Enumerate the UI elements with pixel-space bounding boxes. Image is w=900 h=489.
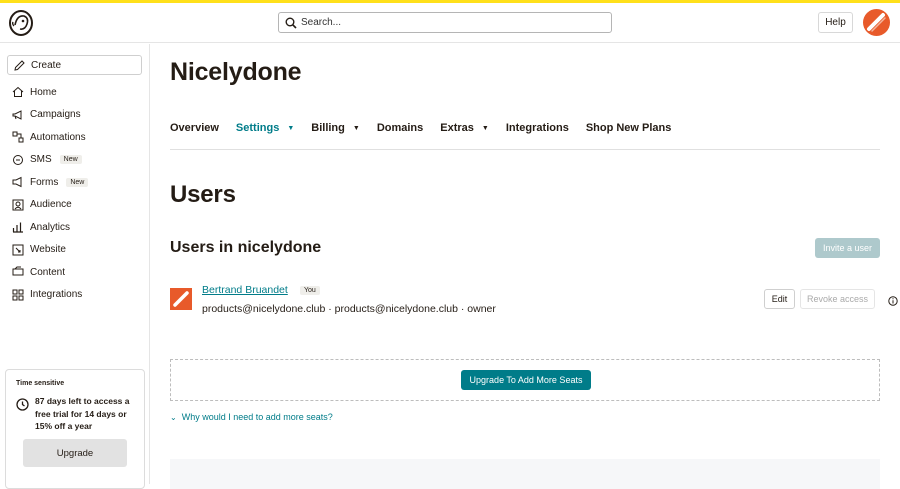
account-tabs: Overview Settings ▼ Billing ▼ Domains Extr… xyxy=(170,122,880,150)
users-heading: Users xyxy=(170,181,236,208)
help-button[interactable]: Help xyxy=(818,12,853,33)
sidebar-item-integrations[interactable]: Integrations xyxy=(0,284,150,307)
sidebar-nav: Home Campaigns Automations SMS New Forms… xyxy=(0,81,150,306)
why-seats-link[interactable]: ⌄ Why would I need to add more seats? xyxy=(170,412,333,422)
sidebar-item-label: Content xyxy=(30,266,66,278)
trial-card: Time sensitive 87 days left to access a … xyxy=(5,369,145,489)
megaphone-icon xyxy=(12,109,24,121)
sidebar-item-campaigns[interactable]: Campaigns xyxy=(0,104,150,127)
new-badge: New xyxy=(59,155,82,165)
tab-settings[interactable]: Settings ▼ xyxy=(236,122,294,134)
sidebar-item-forms[interactable]: Forms New xyxy=(0,171,150,194)
tab-label: Integrations xyxy=(505,122,569,134)
mailchimp-logo-icon[interactable] xyxy=(8,9,34,37)
sidebar: Create Home Campaigns Automations SMS Ne… xyxy=(0,44,150,489)
sidebar-item-label: Audience xyxy=(30,199,72,211)
invite-user-button[interactable]: Invite a user xyxy=(815,238,880,258)
top-bar: Search... Help xyxy=(0,3,900,43)
tab-domains[interactable]: Domains xyxy=(377,122,423,134)
tab-label: Overview xyxy=(170,122,219,134)
sidebar-item-label: Integrations xyxy=(30,289,83,301)
caret-down-icon: ▼ xyxy=(481,124,489,132)
user-meta: products@nicelydone.club · products@nice… xyxy=(202,303,496,315)
users-in-heading: Users in nicelydone xyxy=(170,239,322,256)
page-title: Nicelydone xyxy=(170,58,302,86)
search-icon xyxy=(285,17,297,29)
sidebar-item-label: Home xyxy=(30,86,57,98)
audience-icon xyxy=(12,199,24,211)
sidebar-item-label: Analytics xyxy=(30,221,71,233)
sidebar-item-website[interactable]: Website xyxy=(0,239,150,262)
bottom-panel xyxy=(170,459,880,489)
trial-text: 87 days left to access a free trial for … xyxy=(35,396,130,431)
sidebar-item-label: Campaigns xyxy=(30,109,81,121)
chevron-down-icon: ⌄ xyxy=(170,412,177,422)
user-avatar-icon xyxy=(170,288,192,310)
sidebar-item-label: Forms xyxy=(30,176,59,188)
integrations-icon xyxy=(12,289,24,301)
tab-overview[interactable]: Overview xyxy=(170,122,219,134)
user-name-link[interactable]: Bertrand Bruandet xyxy=(202,284,288,296)
tab-label: Shop New Plans xyxy=(585,122,672,134)
upgrade-button[interactable]: Upgrade xyxy=(23,439,127,467)
home-icon xyxy=(12,86,24,98)
tab-label: Billing xyxy=(311,122,345,134)
automations-icon xyxy=(12,131,24,143)
you-badge: You xyxy=(300,286,320,295)
forms-icon xyxy=(12,176,24,188)
add-seats-panel: Upgrade To Add More Seats xyxy=(170,359,880,401)
tab-label: Domains xyxy=(376,122,424,134)
why-seats-label: Why would I need to add more seats? xyxy=(181,412,333,422)
sidebar-item-home[interactable]: Home xyxy=(0,81,150,104)
tab-shop-new-plans[interactable]: Shop New Plans xyxy=(586,122,672,134)
search-input[interactable]: Search... xyxy=(278,12,612,33)
content-icon xyxy=(12,266,24,278)
website-icon xyxy=(12,244,24,256)
revoke-access-button[interactable]: Revoke access xyxy=(800,289,875,309)
clock-icon xyxy=(16,398,29,416)
info-icon[interactable] xyxy=(888,293,898,311)
pencil-icon xyxy=(14,59,25,71)
sidebar-item-sms[interactable]: SMS New xyxy=(0,149,150,172)
tab-extras[interactable]: Extras ▼ xyxy=(440,122,489,134)
sidebar-item-label: SMS xyxy=(30,154,52,166)
sidebar-item-audience[interactable]: Audience xyxy=(0,194,150,217)
trial-label: Time sensitive xyxy=(16,380,65,387)
create-label: Create xyxy=(31,59,62,71)
user-row: Bertrand Bruandet You products@nicelydon… xyxy=(170,284,900,324)
upgrade-seats-button[interactable]: Upgrade To Add More Seats xyxy=(461,370,591,390)
analytics-icon xyxy=(12,221,24,233)
new-badge: New xyxy=(66,177,89,187)
sidebar-item-label: Website xyxy=(30,244,66,256)
sidebar-item-label: Automations xyxy=(30,131,86,143)
search-placeholder: Search... xyxy=(301,17,342,28)
sidebar-item-automations[interactable]: Automations xyxy=(0,126,150,149)
caret-down-icon: ▼ xyxy=(352,124,360,132)
caret-down-icon: ▼ xyxy=(287,124,295,132)
sidebar-item-analytics[interactable]: Analytics xyxy=(0,216,150,239)
tab-integrations[interactable]: Integrations xyxy=(506,122,569,134)
avatar[interactable] xyxy=(863,9,890,36)
tab-label: Settings xyxy=(235,122,280,134)
create-button[interactable]: Create xyxy=(7,55,142,75)
edit-button[interactable]: Edit xyxy=(764,289,795,309)
sms-icon xyxy=(12,154,24,166)
tab-label: Extras xyxy=(440,122,474,134)
sidebar-item-content[interactable]: Content xyxy=(0,261,150,284)
tab-billing[interactable]: Billing ▼ xyxy=(311,122,360,134)
